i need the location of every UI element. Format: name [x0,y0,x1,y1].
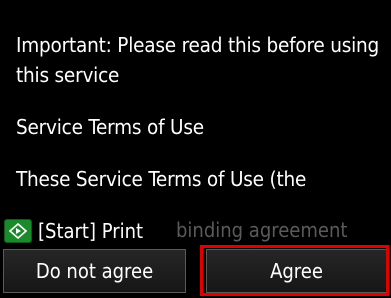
diamond-start-icon [4,219,32,243]
terms-body: These Service Terms of Use (the [16,167,307,191]
terms-heading: Important: Please read this before using… [16,33,380,87]
start-print-hint: [Start] Print [4,219,143,243]
start-print-label: [Start] Print [38,219,144,243]
terms-content[interactable]: Important: Please read this before using… [16,30,386,216]
do-not-agree-button[interactable]: Do not agree [3,249,186,293]
terms-title: Service Terms of Use [16,115,204,139]
agree-button[interactable]: Agree [206,249,387,293]
terms-screen: Important: Please read this before using… [0,0,391,298]
terms-body-faded: binding agreement [176,218,348,242]
